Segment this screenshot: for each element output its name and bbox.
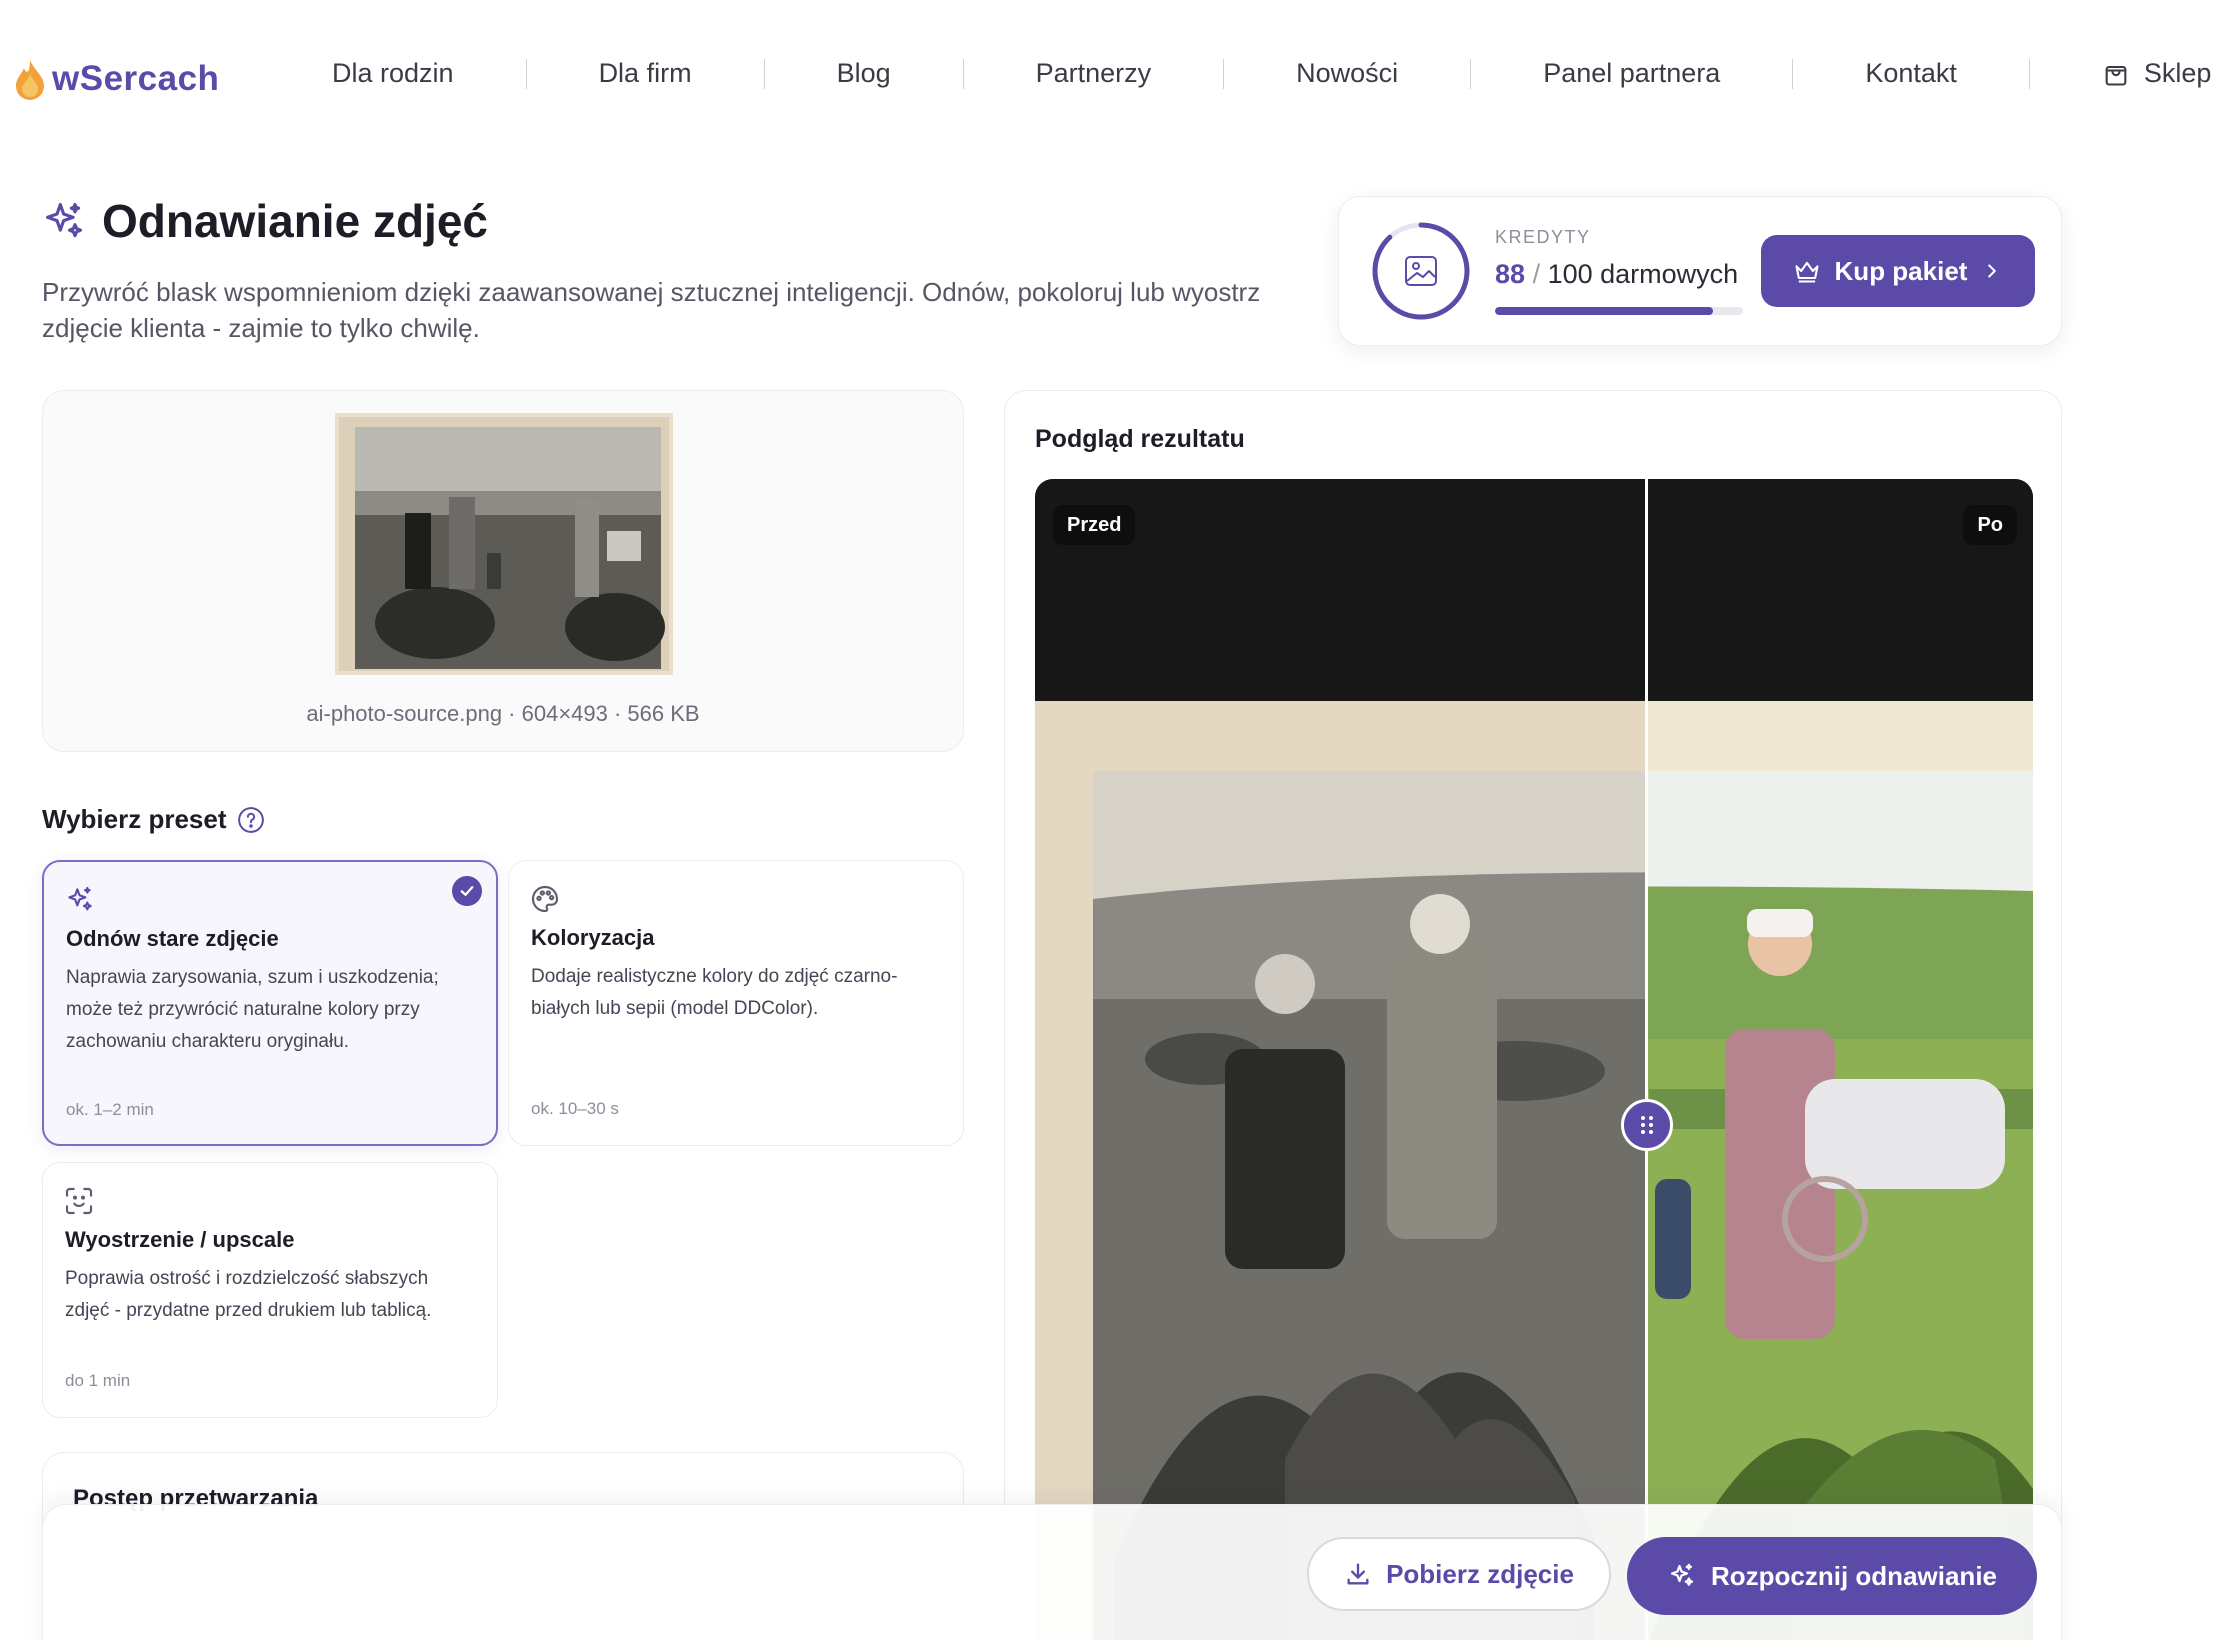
buy-package-button[interactable]: Kup pakiet <box>1761 235 2035 307</box>
preset-time: do 1 min <box>65 1371 131 1390</box>
palette-icon <box>531 885 559 913</box>
preset-time: ok. 1–2 min <box>66 1100 154 1119</box>
preset-heading: Wybierz preset <box>42 804 266 835</box>
nav-item-partnerzy[interactable]: Partnerzy <box>964 58 1224 89</box>
nav-item-dla-rodzin[interactable]: Dla rodzin <box>280 58 526 89</box>
nav-item-nowosci[interactable]: Nowości <box>1224 58 1470 89</box>
nav-item-blog[interactable]: Blog <box>765 58 963 89</box>
preset-card-upscale[interactable]: Wyostrzenie / upscale Poprawia ostrość i… <box>42 1162 498 1418</box>
credits-card: KREDYTY 88 / 100 darmowych Kup pakiet <box>1338 196 2062 346</box>
comparison-image <box>1035 479 2033 1640</box>
credit-ring <box>1372 222 1470 320</box>
source-photo-thumbnail[interactable] <box>335 413 673 675</box>
brand-logo[interactable]: wSercach <box>12 56 219 102</box>
preview-card: Podgląd rezultatu Przed Po <box>1004 390 2062 1640</box>
file-meta: ai-photo-source.png · 604×493 · 566 KB <box>306 701 700 726</box>
nav-item-sklep[interactable]: Sklep <box>2030 58 2218 89</box>
sticky-action-bar: Pobierz zdjęcie Rozpocznij odnawianie <box>42 1504 2062 1640</box>
page-subtitle: Przywróć blask wspomnieniom dzięki zaawa… <box>42 277 1261 343</box>
upload-card[interactable]: ai-photo-source.png · 604×493 · 566 KB <box>42 390 964 752</box>
nav-shop-label: Sklep <box>2143 58 2212 88</box>
before-label: Przed <box>1053 505 1136 545</box>
page-title: Odnawianie zdjęć <box>102 195 488 247</box>
credits-used: 88 <box>1495 259 1526 289</box>
buy-package-label: Kup pakiet <box>1834 255 1968 286</box>
credits-progress-fill <box>1495 307 1714 315</box>
crown-icon <box>1794 261 1819 283</box>
top-navigation: wSercach Dla rodzin Dla firm Blog Partne… <box>0 0 2218 160</box>
preset-card-colorize[interactable]: Koloryzacja Dodaje realistyczne kolory d… <box>508 860 964 1146</box>
nav-item-panel-partnera[interactable]: Panel partnera <box>1471 58 1792 89</box>
slider-handle[interactable] <box>1621 1099 1673 1151</box>
preset-description: Naprawia zarysowania, szum i uszkodzenia… <box>66 967 439 1052</box>
after-label: Po <box>1963 505 2017 545</box>
flame-drop-icon <box>16 60 44 100</box>
start-restoration-label: Rozpocznij odnawianie <box>1710 1560 1997 1591</box>
preview-title: Podgląd rezultatu <box>1035 425 1245 453</box>
download-icon <box>1347 1563 1369 1585</box>
slider-divider[interactable] <box>1645 479 1648 1640</box>
preset-time: ok. 10–30 s <box>531 1099 619 1118</box>
preset-description: Poprawia ostrość i rozdzielczość słabszy… <box>65 1268 432 1321</box>
credits-count: 88 / 100 darmowych <box>1495 259 1738 290</box>
start-restoration-button[interactable]: Rozpocznij odnawianie <box>1627 1537 2037 1615</box>
preset-description: Dodaje realistyczne kolory do zdjęć czar… <box>531 966 898 1019</box>
credits-progress-bar <box>1495 307 1743 315</box>
download-photo-label: Pobierz zdjęcie <box>1386 1558 1574 1589</box>
main-nav: Dla rodzin Dla firm Blog Partnerzy Nowoś… <box>280 58 2218 89</box>
preset-heading-text: Wybierz preset <box>42 804 227 834</box>
preset-card-restore[interactable]: Odnów stare zdjęcie Naprawia zarysowania… <box>42 860 498 1146</box>
scan-face-icon <box>65 1187 93 1215</box>
chevron-right-icon <box>1988 264 1997 278</box>
sparkles-icon <box>1670 1563 1694 1586</box>
preset-title: Koloryzacja <box>531 925 655 950</box>
before-after-slider[interactable]: Przed Po <box>1035 479 2033 1640</box>
drag-handle-icon <box>1641 1116 1653 1134</box>
nav-item-dla-firm[interactable]: Dla firm <box>527 58 764 89</box>
credits-total: 100 darmowych <box>1547 259 1739 289</box>
selected-check-icon <box>452 876 482 906</box>
download-photo-button[interactable]: Pobierz zdjęcie <box>1307 1537 1611 1611</box>
nav-item-kontakt[interactable]: Kontakt <box>1793 58 2029 89</box>
brand-name: wSercach <box>52 59 220 98</box>
page-title-row: Odnawianie zdjęć <box>42 194 1262 248</box>
sparkles-icon <box>68 886 92 911</box>
shopping-bag-icon <box>2105 65 2127 86</box>
credits-label: KREDYTY <box>1495 227 1591 247</box>
preset-title: Wyostrzenie / upscale <box>65 1227 295 1252</box>
credits-separator: / <box>1532 259 1541 289</box>
preset-title: Odnów stare zdjęcie <box>66 926 279 951</box>
page-hero: Odnawianie zdjęć Przywróć blask wspomnie… <box>42 194 1262 346</box>
question-circle-icon[interactable] <box>236 805 266 835</box>
sparkles-icon <box>45 202 83 238</box>
